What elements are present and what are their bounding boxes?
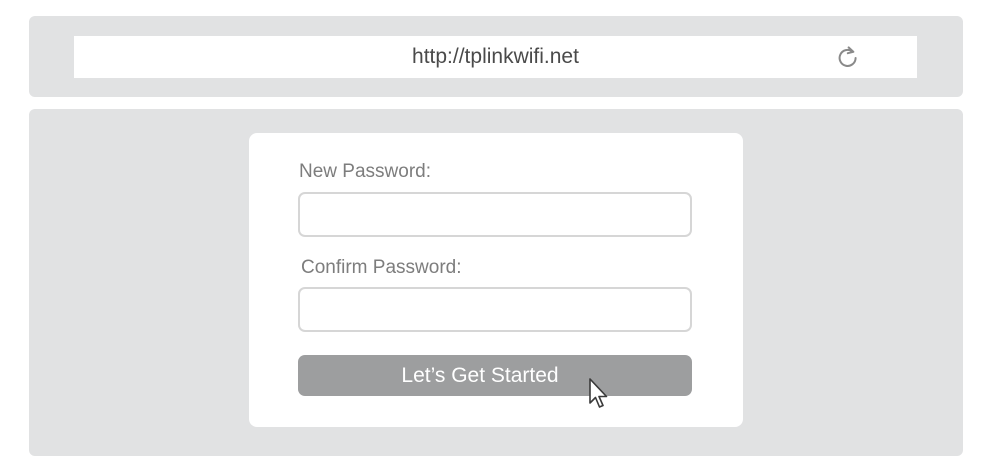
browser-toolbar: http://tplinkwifi.net <box>29 16 963 97</box>
url-text[interactable]: http://tplinkwifi.net <box>74 36 917 78</box>
refresh-icon[interactable] <box>836 45 860 69</box>
confirm-password-input[interactable] <box>298 287 692 332</box>
address-bar[interactable]: http://tplinkwifi.net <box>74 36 917 78</box>
confirm-password-label: Confirm Password: <box>301 257 462 278</box>
new-password-label: New Password: <box>299 161 431 182</box>
password-setup-card: New Password: Confirm Password: Let’s Ge… <box>249 133 743 427</box>
new-password-input[interactable] <box>298 192 692 237</box>
page-content: New Password: Confirm Password: Let’s Ge… <box>29 109 963 456</box>
mouse-pointer-icon <box>589 378 608 408</box>
lets-get-started-button[interactable]: Let’s Get Started <box>298 355 692 396</box>
